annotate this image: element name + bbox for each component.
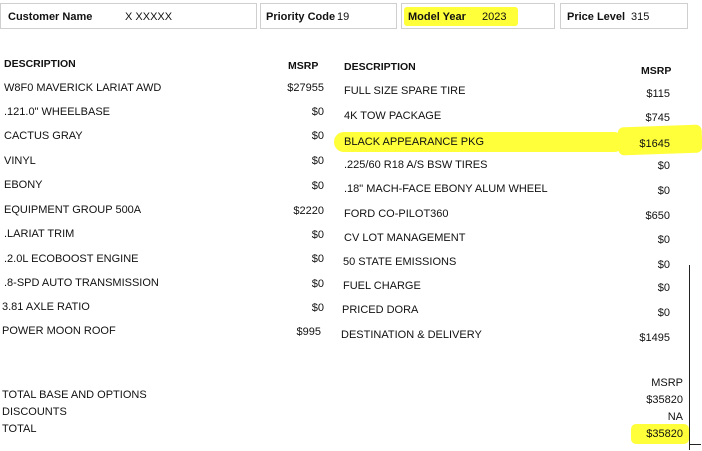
list-item-msrp: $0 [657,185,670,197]
list-item-msrp: $745 [645,112,670,124]
list-item-msrp: $0 [311,106,324,118]
priority-code-box: Priority Code 19 [260,3,397,29]
list-item-msrp: $0 [657,234,670,246]
total-value: $35820 [646,428,683,440]
list-item: EBONY [4,179,43,191]
list-item-msrp: $0 [657,307,670,319]
list-item: FORD CO-PILOT360 [344,208,449,220]
list-item-msrp: $0 [657,160,670,172]
list-item-msrp: $1645 [639,138,670,150]
customer-name-value: X XXXXX [125,11,173,23]
priority-code-value: 19 [337,11,350,23]
left-msrp-header: MSRP [288,60,319,72]
list-item: W8F0 MAVERICK LARIAT AWD [4,82,162,94]
model-year-label: Model Year [408,11,466,23]
right-description-header: DESCRIPTION [344,61,416,73]
price-level-value: 315 [631,11,650,23]
list-item-msrp: $0 [657,259,670,271]
list-item: 4K TOW PACKAGE [344,110,442,122]
list-item: POWER MOON ROOF [2,325,116,337]
customer-name-box: Customer Name X XXXXX [0,3,257,29]
list-item-msrp: $1495 [639,332,670,344]
priority-code-label: Priority Code [266,11,336,23]
list-item-msrp: $0 [311,253,324,265]
discounts-value: NA [667,411,683,423]
list-item: VINYL [4,155,36,167]
list-item: 50 STATE EMISSIONS [343,256,457,268]
list-item: EQUIPMENT GROUP 500A [4,204,142,216]
list-item-msrp: $0 [311,130,324,142]
list-item-msrp: $650 [645,210,670,222]
list-item: CV LOT MANAGEMENT [344,232,466,244]
list-item: PRICED DORA [342,304,419,316]
list-item-msrp: $2220 [293,205,324,217]
total-label: TOTAL [2,423,37,435]
list-item: FUEL CHARGE [343,280,421,292]
list-item: .LARIAT TRIM [4,228,75,240]
list-item: .8-SPD AUTO TRANSMISSION [4,277,159,289]
list-item-msrp: $0 [311,180,324,192]
total-base-value: $35820 [646,394,683,406]
list-item-msrp: $0 [311,302,324,314]
list-item-msrp: $0 [657,282,670,294]
total-base-label: TOTAL BASE AND OPTIONS [2,389,147,401]
discounts-label: DISCOUNTS [2,406,67,418]
list-item: .225/60 R18 A/S BSW TIRES [344,159,488,171]
right-msrp-header: MSRP [641,65,672,77]
price-level-box: Price Level 315 [560,3,688,29]
right-border-line [689,265,690,450]
totals-msrp-header: MSRP [651,377,683,389]
model-year-box: Model Year 2023 [401,3,555,29]
price-level-label: Price Level [567,11,626,23]
model-year-value: 2023 [482,11,507,23]
customer-name-label: Customer Name [8,11,93,23]
list-item: .18" MACH-FACE EBONY ALUM WHEEL [344,183,548,195]
list-item: BLACK APPEARANCE PKG [344,136,484,148]
list-item: FULL SIZE SPARE TIRE [344,85,466,97]
list-item-msrp: $0 [311,155,324,167]
list-item: CACTUS GRAY [4,130,83,142]
right-border-tick [689,444,701,445]
list-item: .2.0L ECOBOOST ENGINE [4,253,139,265]
list-item: .121.0" WHEELBASE [4,106,111,118]
list-item-msrp: $995 [296,326,321,338]
list-item: DESTINATION & DELIVERY [341,329,482,341]
left-description-header: DESCRIPTION [4,58,76,70]
list-item-msrp: $115 [646,88,670,100]
list-item: 3.81 AXLE RATIO [2,301,90,313]
list-item-msrp: $0 [311,229,324,241]
list-item-msrp: $0 [311,278,324,290]
list-item-msrp: $27955 [287,82,324,94]
